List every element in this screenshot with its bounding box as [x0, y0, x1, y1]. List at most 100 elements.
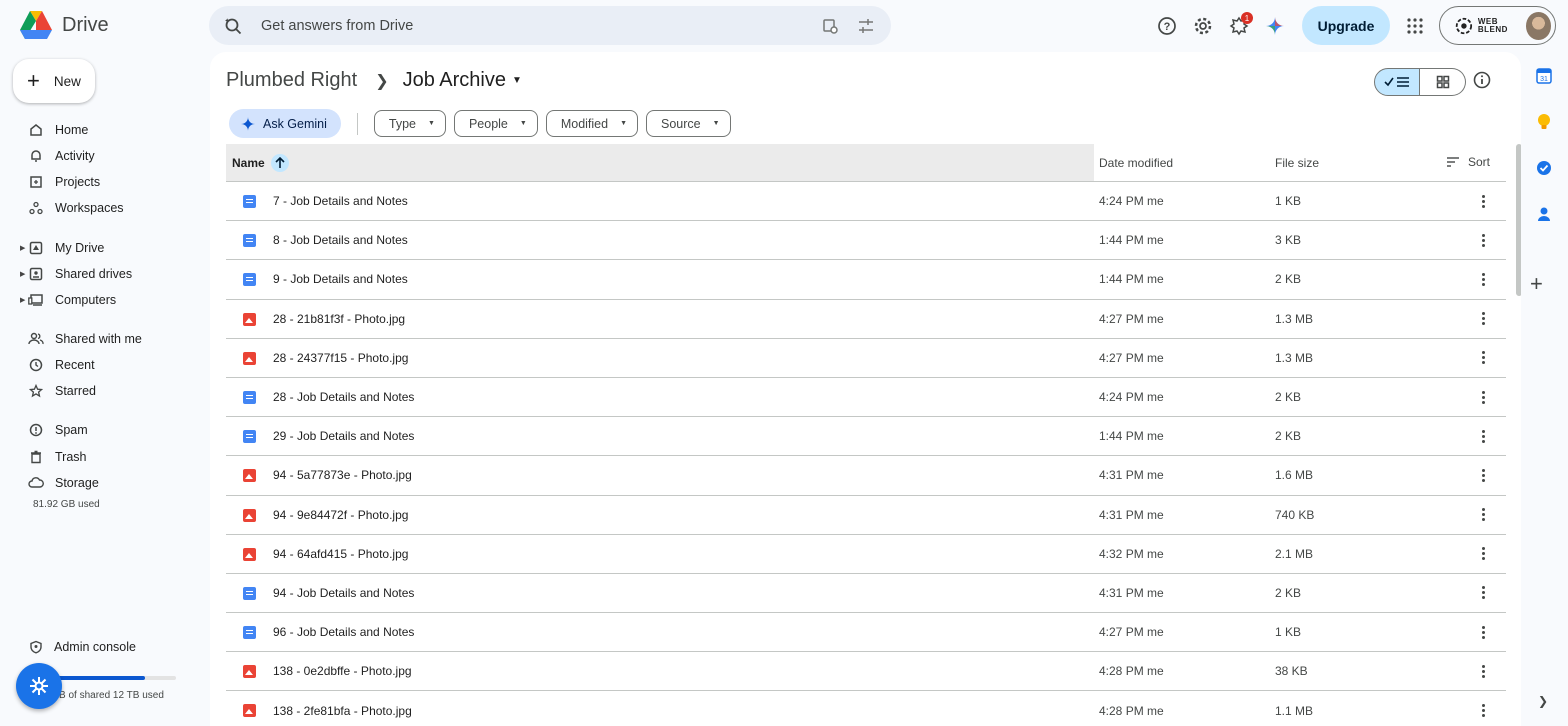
table-row[interactable]: 138 - 2fe81bfa - Photo.jpg 4:28 PM me 1.1 … — [226, 691, 1506, 726]
file-name[interactable]: 94 - 64afd415 - Photo.jpg — [273, 547, 408, 561]
file-name[interactable]: 8 - Job Details and Notes — [273, 233, 408, 247]
file-date-modified: 4:31 PM me — [1099, 507, 1164, 522]
table-row[interactable]: 28 - 24377f15 - Photo.jpg 4:27 PM me 1.3 M… — [226, 339, 1506, 378]
table-row[interactable]: 94 - 64afd415 - Photo.jpg 4:32 PM me 2.1 M… — [226, 535, 1506, 574]
sidebar-item-computers[interactable]: ▶ Computers — [0, 287, 200, 313]
table-row[interactable]: 28 - Job Details and Notes 4:24 PM me 2 KB — [226, 378, 1506, 418]
expand-arrow-icon[interactable]: ▶ — [20, 244, 25, 252]
search-input[interactable]: Get answers from Drive — [261, 18, 805, 34]
table-row[interactable]: 94 - Job Details and Notes 4:31 PM me 2 KB — [226, 574, 1506, 614]
assistant-fab-button[interactable] — [16, 663, 62, 709]
sidebar-item-my-drive[interactable]: ▶ My Drive — [0, 235, 200, 261]
more-actions-icon[interactable] — [1476, 272, 1490, 286]
file-name[interactable]: 138 - 0e2dbffe - Photo.jpg — [273, 664, 412, 678]
add-addon-icon[interactable]: + — [1530, 271, 1543, 297]
sidebar-item-spam[interactable]: Spam — [0, 417, 200, 443]
chevron-right-icon[interactable]: ❯ — [1538, 694, 1548, 708]
file-name[interactable]: 94 - 5a77873e - Photo.jpg — [273, 468, 412, 482]
more-actions-icon[interactable] — [1476, 194, 1490, 208]
table-row[interactable]: 9 - Job Details and Notes 1:44 PM me 2 KB — [226, 260, 1506, 300]
table-row[interactable]: 7 - Job Details and Notes 4:24 PM me 1 KB — [226, 182, 1506, 222]
sidebar-item-starred[interactable]: Starred — [0, 378, 200, 404]
file-name[interactable]: 96 - Job Details and Notes — [273, 625, 414, 639]
more-actions-icon[interactable] — [1476, 429, 1490, 443]
table-row[interactable]: 138 - 0e2dbffe - Photo.jpg 4:28 PM me 38 K… — [226, 652, 1506, 692]
file-name[interactable]: 94 - 9e84472f - Photo.jpg — [273, 508, 408, 522]
caret-down-icon[interactable]: ▼ — [512, 75, 522, 86]
more-actions-icon[interactable] — [1476, 468, 1490, 482]
more-actions-icon[interactable] — [1476, 547, 1490, 561]
sidebar-item-recent[interactable]: Recent — [0, 352, 200, 378]
sidebar-item-shared-with-me[interactable]: Shared with me — [0, 326, 200, 352]
table-row[interactable]: 29 - Job Details and Notes 1:44 PM me 2 KB — [226, 417, 1506, 457]
search-bar[interactable]: Get answers from Drive — [209, 6, 891, 45]
sidebar-item-trash[interactable]: Trash — [0, 444, 200, 470]
gear-icon[interactable] — [1186, 9, 1220, 43]
scrollbar[interactable] — [1516, 144, 1521, 296]
file-name[interactable]: 29 - Job Details and Notes — [273, 429, 414, 443]
file-size-column-header[interactable]: File size — [1275, 156, 1319, 170]
contacts-icon[interactable] — [1528, 198, 1560, 230]
file-name[interactable]: 28 - 24377f15 - Photo.jpg — [273, 351, 408, 365]
filter-people-chip[interactable]: People ▼ — [453, 110, 538, 137]
expand-arrow-icon[interactable]: ▶ — [20, 296, 25, 304]
expand-arrow-icon[interactable]: ▶ — [20, 270, 25, 278]
file-name[interactable]: 28 - 21b81f3f - Photo.jpg — [273, 312, 405, 326]
more-actions-icon[interactable] — [1476, 351, 1490, 365]
sidebar-item-workspaces[interactable]: Workspaces — [0, 195, 200, 221]
list-view-button[interactable] — [1374, 68, 1420, 96]
table-row[interactable]: 96 - Job Details and Notes 4:27 PM me 1 KB — [226, 613, 1506, 653]
search-options-icon[interactable] — [819, 15, 841, 37]
sidebar-item-home[interactable]: Home — [0, 117, 200, 143]
sidebar-item-shared-drives[interactable]: ▶ Shared drives — [0, 261, 200, 287]
info-icon[interactable] — [1472, 70, 1492, 95]
more-actions-icon[interactable] — [1476, 312, 1490, 326]
more-actions-icon[interactable] — [1476, 233, 1490, 247]
upgrade-button[interactable]: Upgrade — [1302, 6, 1390, 45]
more-actions-icon[interactable] — [1476, 625, 1490, 639]
tasks-icon[interactable] — [1528, 152, 1560, 184]
name-column-header[interactable]: Name — [226, 144, 1094, 181]
trash-icon — [28, 449, 44, 465]
cloud-icon — [28, 475, 44, 491]
table-row[interactable]: 8 - Job Details and Notes 1:44 PM me 3 KB — [226, 221, 1506, 261]
offers-icon[interactable]: 1 — [1222, 9, 1256, 43]
more-actions-icon[interactable] — [1476, 704, 1490, 718]
filter-type-chip[interactable]: Type ▼ — [373, 110, 446, 137]
filter-sliders-icon[interactable] — [855, 15, 877, 37]
filter-modified-chip[interactable]: Modified ▼ — [545, 110, 639, 137]
account-button[interactable]: WEB BLEND — [1439, 6, 1556, 45]
file-size: 2 KB — [1275, 585, 1302, 600]
file-name[interactable]: 138 - 2fe81bfa - Photo.jpg — [273, 704, 412, 718]
sidebar-item-storage[interactable]: Storage — [0, 470, 200, 496]
more-actions-icon[interactable] — [1476, 390, 1490, 404]
file-name[interactable]: 7 - Job Details and Notes — [273, 194, 408, 208]
date-modified-column-header[interactable]: Date modified — [1099, 156, 1173, 170]
more-actions-icon[interactable] — [1476, 664, 1490, 678]
calendar-icon[interactable]: 31 — [1528, 60, 1560, 92]
keep-icon[interactable] — [1528, 106, 1560, 138]
drive-logo[interactable]: Drive — [20, 11, 109, 39]
breadcrumb-current[interactable]: Job Archive — [403, 69, 506, 92]
sidebar-item-admin-console[interactable]: Admin console — [0, 634, 200, 660]
arrow-up-icon[interactable] — [270, 153, 289, 172]
breadcrumb-parent[interactable]: Plumbed Right — [226, 69, 357, 92]
new-button[interactable]: + New — [13, 59, 95, 103]
file-name[interactable]: 28 - Job Details and Notes — [273, 390, 414, 404]
more-actions-icon[interactable] — [1476, 508, 1490, 522]
help-icon[interactable]: ? — [1150, 9, 1184, 43]
file-name[interactable]: 9 - Job Details and Notes — [273, 272, 408, 286]
sort-button[interactable]: Sort — [1446, 155, 1490, 169]
filter-source-chip[interactable]: Source ▼ — [646, 110, 731, 137]
more-actions-icon[interactable] — [1476, 586, 1490, 600]
table-row[interactable]: 94 - 5a77873e - Photo.jpg 4:31 PM me 1.6 M… — [226, 456, 1506, 496]
sidebar-item-activity[interactable]: Activity — [0, 143, 200, 169]
sidebar-item-projects[interactable]: Projects — [0, 169, 200, 195]
table-row[interactable]: 28 - 21b81f3f - Photo.jpg 4:27 PM me 1.3 M… — [226, 300, 1506, 339]
file-name[interactable]: 94 - Job Details and Notes — [273, 586, 414, 600]
table-row[interactable]: 94 - 9e84472f - Photo.jpg 4:31 PM me 740 K… — [226, 496, 1506, 535]
gemini-icon[interactable] — [1258, 9, 1292, 43]
ask-gemini-button[interactable]: Ask Gemini — [229, 109, 341, 138]
apps-grid-icon[interactable] — [1398, 9, 1432, 43]
grid-view-button[interactable] — [1420, 68, 1466, 96]
